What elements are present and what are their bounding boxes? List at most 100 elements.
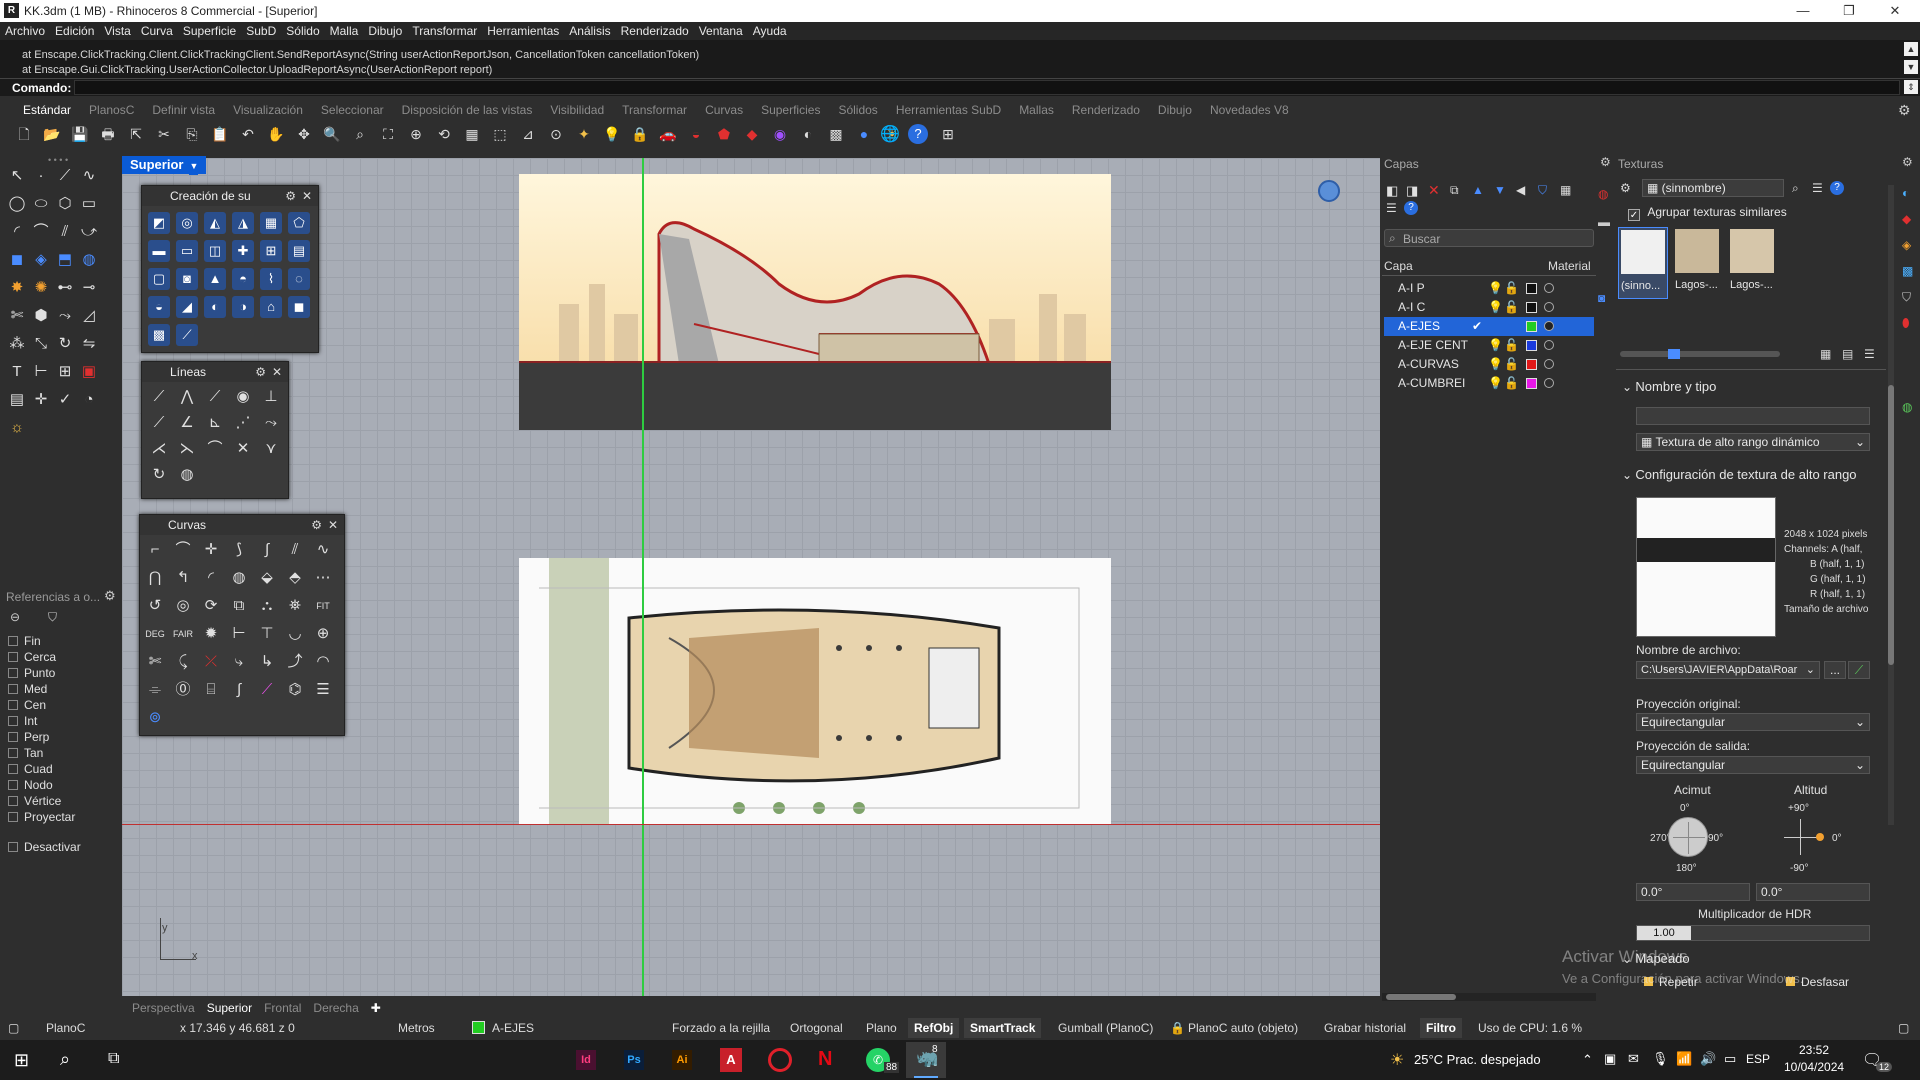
point-icon[interactable]: · [30,165,52,187]
unlock-icon[interactable]: 🔓 [1504,336,1519,355]
mesh-icon[interactable]: ⬢ [30,305,52,327]
material-circle[interactable] [1544,321,1554,331]
curve-chamfer-icon[interactable]: ⌒ [172,539,194,561]
proj-out-select[interactable]: Equirectangular ⌄ [1636,756,1870,774]
bulb-icon[interactable]: 💡 [1488,279,1503,298]
texture-selector[interactable]: ▦ (sinnombre) [1642,179,1784,197]
osnap-nodo[interactable]: Nodo [8,778,53,792]
new-file-icon[interactable]: 🗋 [14,124,34,144]
curve-blend-icon[interactable]: ⟆ [228,539,250,561]
chamfer-icon[interactable]: ◿ [78,305,100,327]
curve-list-icon[interactable]: ☰ [312,679,334,701]
layer-row[interactable]: A-EJE CENT 💡 🔓 [1384,336,1594,355]
surface-edge-icon[interactable]: ◎ [176,212,198,234]
texture-thumb-1[interactable]: (sinno... [1618,227,1668,299]
lock-icon[interactable]: 🔒 [630,124,650,144]
curve-arc-icon[interactable]: ◜ [200,567,222,589]
revolve-icon[interactable]: ◍ [78,249,100,271]
taskbar-search-icon[interactable]: ⌕ [60,1049,70,1070]
creation-panel-close-icon[interactable]: ✕ [302,186,312,206]
line-polyline-icon[interactable]: ⋀ [176,386,198,408]
osnap-perp[interactable]: Perp [8,730,49,744]
rotate-icon[interactable]: ↻ [54,333,76,355]
section-hdr-config[interactable]: ⌄ Configuración de textura de alto rango [1622,467,1857,482]
zoom-window-icon[interactable]: ⌕ [350,124,370,144]
line-normal-icon[interactable]: ⊾ [204,412,226,434]
view-details-icon[interactable]: ☰ [1864,347,1875,361]
curve-match-icon[interactable]: ∫ [256,539,278,561]
lines-panel-header[interactable]: Líneas ⚙ ✕ [142,362,288,382]
texture-settings-icon[interactable]: ⚙ [1620,181,1631,195]
curve-boolean-icon[interactable]: ⧉ [228,595,250,617]
floor-plan-image[interactable] [519,558,1111,824]
menu-solido[interactable]: Sólido [281,22,324,40]
new-sublayer-icon[interactable]: ◨ [1406,183,1418,199]
line-segments-icon[interactable]: ⋰ [232,412,254,434]
texture-thumb-2[interactable]: Lagos-... [1673,227,1723,299]
view-list-icon[interactable]: ▤ [1842,347,1853,361]
textures-vscroll[interactable] [1888,185,1894,825]
browse-button[interactable]: ... [1824,661,1846,679]
osnap-desactivar[interactable]: Desactivar [8,840,81,854]
curve-pull-icon[interactable]: ⬘ [284,567,306,589]
layer-copy-icon[interactable]: ⧉ [1450,183,1459,198]
layers-hscroll[interactable] [1382,993,1596,1001]
altitude-dial[interactable] [1780,819,1824,855]
thumb-size-slider[interactable] [1620,349,1780,359]
curve-degree-icon[interactable]: DEG [144,623,166,645]
globe-icon[interactable]: 🌐 [880,124,900,144]
curve-dim-icon[interactable]: ⊢ [228,623,250,645]
curve-bend-icon[interactable]: ⤹ [172,651,194,673]
menu-renderizado[interactable]: Renderizado [616,22,694,40]
status-osnap[interactable]: RefObj [908,1018,960,1038]
line-extend-icon[interactable]: ⤳ [260,412,282,434]
curve-offset-icon[interactable]: ⫽ [284,539,306,561]
layer-color-swatch[interactable] [1526,302,1537,313]
unlock-icon[interactable]: 🔓 [1504,355,1519,374]
curves-panel-close-icon[interactable]: ✕ [328,515,338,535]
curve-weld-icon[interactable]: ⌬ [284,679,306,701]
status-layer[interactable]: A-EJES [492,1021,534,1035]
extend-icon[interactable]: ⤻ [78,221,100,243]
render-color-icon[interactable]: ◍ [1598,187,1608,201]
menu-analisis[interactable]: Análisis [564,22,615,40]
osnap-settings-icon[interactable]: ⊖ [10,610,20,624]
gumball-icon[interactable]: ✛ [30,389,52,411]
texture-thumb-3[interactable]: Lagos-... [1728,227,1778,299]
osnap-proyectar[interactable]: Proyectar [8,810,75,824]
bulb-icon[interactable]: 💡 [602,124,622,144]
navigation-widget-icon[interactable] [1318,180,1340,202]
menu-malla[interactable]: Malla [325,22,364,40]
line-angle-icon[interactable]: ⟋ [148,412,170,434]
surface-rib-icon[interactable]: ◐ [204,296,226,318]
indesign-icon[interactable]: Id [576,1050,596,1070]
analysis-icon[interactable]: ◔ [78,389,100,411]
curve-fair-icon[interactable]: FAIR [172,623,194,645]
edit-pen-icon[interactable]: ⟋ [1848,661,1870,679]
curve-fillet-icon[interactable]: ⌐ [144,539,166,561]
surface-corner-icon[interactable]: ◩ [148,212,170,234]
loft-icon[interactable]: ◈ [30,249,52,271]
layer-row[interactable]: A-CUMBREI 💡 🔓 [1384,374,1594,393]
osnap-gear-icon[interactable]: ⚙ [104,588,116,604]
command-input[interactable] [74,80,1900,95]
curve-seal-icon[interactable]: ⓪ [172,679,194,701]
layer-menu-icon[interactable]: ☰ [1386,201,1397,215]
curve-extend-icon[interactable]: ⤴ [284,651,306,673]
tab-estandar[interactable]: Estándar [14,100,80,120]
wifi-icon[interactable]: 📶 [1676,1051,1692,1067]
properties-side-icon[interactable]: ◐ [1902,186,1909,200]
lines-panel-gear-icon[interactable]: ⚙ [255,362,266,382]
osnap-punto[interactable]: Punto [8,666,55,680]
clock-time[interactable]: 23:52 [1784,1043,1844,1057]
section-name-type[interactable]: ⌄ Nombre y tipo [1622,379,1716,394]
rhino-taskbar-button[interactable]: 🦏 8 [906,1042,946,1078]
curve-arch-icon[interactable]: ⋂ [144,567,166,589]
col-material-header[interactable]: Material [1548,259,1591,273]
texture-menu-icon[interactable]: ☰ [1812,181,1823,195]
surface-plane-icon[interactable]: ▬ [148,240,170,262]
dimension-icon[interactable]: ⊢ [30,361,52,383]
layer-help-icon[interactable]: ? [1404,201,1418,215]
properties-icon[interactable]: ✦ [574,124,594,144]
pan-hand-icon[interactable]: ✋ [266,124,286,144]
